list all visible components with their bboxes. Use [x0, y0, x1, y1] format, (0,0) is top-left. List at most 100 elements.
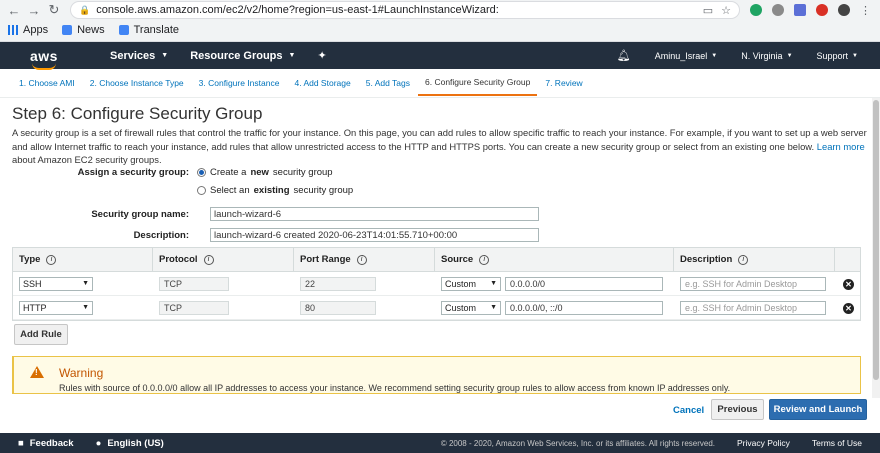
info-icon[interactable]: i: [738, 254, 749, 265]
col-source: Source i: [435, 248, 674, 271]
aws-logo[interactable]: aws: [10, 48, 80, 70]
add-rule-button[interactable]: Add Rule: [14, 324, 68, 345]
rule-description-input[interactable]: e.g. SSH for Admin Desktop: [680, 276, 826, 291]
forward-arrow-icon[interactable]: →: [26, 2, 42, 18]
security-group-name-input[interactable]: launch-wizard-6: [210, 207, 539, 221]
rule-source-select[interactable]: Custom ▼: [441, 276, 501, 291]
info-icon[interactable]: i: [203, 254, 214, 265]
cancel-button[interactable]: Cancel: [673, 405, 704, 416]
select-existing-row: Select an existing security group: [0, 185, 353, 196]
chevron-down-icon: ▼: [711, 52, 718, 59]
radio-select-existing[interactable]: Select an existing security group: [197, 185, 353, 196]
page-scrollbar[interactable]: [872, 98, 880, 398]
col-description: Description i: [674, 248, 835, 271]
radio-create-new[interactable]: Create a new security group: [197, 167, 333, 178]
main-content: Step 6: Configure Security Group A secur…: [0, 104, 880, 167]
scrollbar-thumb[interactable]: [873, 100, 879, 380]
security-group-description-input[interactable]: launch-wizard-6 created 2020-06-23T14:01…: [210, 228, 539, 242]
assign-label: Assign a security group:: [77, 167, 189, 178]
bookmark-star-icon[interactable]: ☆: [721, 4, 731, 17]
extension-opera-icon[interactable]: [816, 4, 828, 16]
nav-right: 🔔︎ Aminu_Israel ▼ N. Virginia ▼ Support …: [617, 49, 870, 62]
rule-description-input[interactable]: e.g. SSH for Admin Desktop: [680, 300, 826, 315]
terms-of-use-link[interactable]: Terms of Use: [812, 438, 862, 448]
rule-type-select[interactable]: HTTP ▼: [19, 300, 93, 315]
bookmark-apps[interactable]: Apps: [8, 24, 48, 36]
account-menu[interactable]: Aminu_Israel ▼: [655, 51, 717, 61]
extensions-bar: ⋮: [750, 4, 871, 17]
tab-add-storage[interactable]: 4. Add Storage: [287, 71, 357, 95]
bookmark-news[interactable]: News: [62, 24, 105, 36]
previous-button[interactable]: Previous: [711, 399, 764, 420]
col-port-range: Port Range i: [294, 248, 435, 271]
url-text: console.aws.amazon.com/ec2/v2/home?regio…: [96, 4, 499, 16]
tab-review[interactable]: 7. Review: [538, 71, 589, 95]
radio-unselected-icon: [197, 186, 206, 195]
remove-rule-icon[interactable]: ✕: [843, 279, 854, 290]
learn-more-link[interactable]: Learn more: [817, 141, 865, 152]
region-menu[interactable]: N. Virginia ▼: [741, 51, 792, 61]
rules-table-header: Type i Protocol i Port Range i Source i Desc…: [13, 248, 860, 272]
tab-add-tags[interactable]: 5. Add Tags: [359, 71, 417, 95]
rule-protocol-field: TCP: [159, 300, 229, 315]
services-menu[interactable]: Services ▼: [110, 50, 168, 62]
chevron-down-icon: ▼: [82, 280, 89, 287]
translate-icon: [118, 25, 129, 35]
chevron-down-icon: ▼: [82, 304, 89, 311]
chevron-down-icon: ▼: [490, 280, 497, 287]
table-row: HTTP ▼ TCP 80 Custom ▼ 0.0.0.0/0, ::/0 e.g…: [13, 296, 860, 320]
description-label: Description:: [133, 229, 189, 241]
table-row: SSH ▼ TCP 22 Custom ▼ 0.0.0.0/0 e.g. SSH f…: [13, 272, 860, 296]
feedback-link[interactable]: ■ Feedback: [18, 438, 74, 449]
support-menu[interactable]: Support ▼: [817, 51, 858, 61]
browser-chrome: ← → ↻ 🔒 console.aws.amazon.com/ec2/v2/ho…: [0, 0, 880, 42]
copyright-text: © 2008 - 2020, Amazon Web Services, Inc.…: [440, 438, 716, 448]
page-intro: A security group is a set of firewall ru…: [12, 127, 867, 165]
rule-port-field: 80: [300, 300, 376, 315]
bookmark-translate[interactable]: Translate: [118, 24, 179, 36]
info-icon[interactable]: i: [356, 254, 367, 265]
aws-top-nav: aws Services ▼ Resource Groups ▼ ✦ 🔔︎ Am…: [0, 42, 880, 70]
address-bar[interactable]: 🔒 console.aws.amazon.com/ec2/v2/home?reg…: [70, 1, 740, 19]
remove-rule-icon[interactable]: ✕: [843, 303, 854, 314]
language-selector[interactable]: ● English (US): [96, 438, 164, 449]
apps-grid-icon: [8, 25, 18, 35]
rule-type-select[interactable]: SSH ▼: [19, 276, 93, 291]
info-icon[interactable]: i: [479, 254, 490, 265]
resource-groups-menu[interactable]: Resource Groups ▼: [190, 50, 295, 62]
extension-icon[interactable]: [772, 4, 784, 16]
back-arrow-icon[interactable]: ←: [6, 2, 22, 18]
tab-choose-instance-type[interactable]: 2. Choose Instance Type: [83, 71, 191, 95]
wizard-tabs: 1. Choose AMI 2. Choose Instance Type 3.…: [0, 69, 880, 98]
warning-banner: ! Warning Rules with source of 0.0.0.0/0…: [12, 356, 861, 394]
privacy-policy-link[interactable]: Privacy Policy: [737, 438, 790, 448]
rule-source-select[interactable]: Custom ▼: [441, 300, 501, 315]
reload-icon[interactable]: ↻: [46, 2, 62, 18]
chevron-down-icon: ▼: [161, 52, 169, 59]
extension-grammarly-icon[interactable]: [750, 4, 762, 16]
review-and-launch-button[interactable]: Review and Launch: [769, 399, 867, 420]
tab-configure-security-group[interactable]: 6. Configure Security Group: [418, 70, 538, 96]
chevron-down-icon: ▼: [852, 52, 858, 59]
cast-icon[interactable]: ▭: [703, 4, 713, 17]
warning-text: Rules with source of 0.0.0.0/0 allow all…: [59, 383, 731, 393]
col-type: Type i: [13, 248, 153, 271]
pin-icon[interactable]: ✦: [317, 49, 326, 62]
rule-source-input[interactable]: 0.0.0.0/0, ::/0: [505, 300, 663, 315]
browser-menu-icon[interactable]: ⋮: [860, 4, 871, 17]
news-icon: [62, 25, 73, 35]
warning-title: Warning: [59, 366, 104, 380]
chevron-down-icon: ▼: [786, 52, 793, 59]
info-icon[interactable]: i: [46, 254, 57, 265]
tab-configure-instance[interactable]: 3. Configure Instance: [192, 71, 287, 95]
tab-choose-ami[interactable]: 1. Choose AMI: [12, 71, 82, 95]
extension-translate-icon[interactable]: [794, 4, 806, 16]
console-footer: ■ Feedback ● English (US) © 2008 - 2020,…: [0, 433, 880, 453]
profile-avatar[interactable]: [838, 4, 850, 16]
bookmarks-bar: Apps News Translate: [0, 20, 880, 40]
address-row: ← → ↻ 🔒 console.aws.amazon.com/ec2/v2/ho…: [0, 0, 880, 20]
rule-source-input[interactable]: 0.0.0.0/0: [505, 276, 663, 291]
omnibox-actions: ▭ ☆: [703, 4, 731, 17]
bell-icon[interactable]: 🔔︎: [617, 49, 631, 62]
lock-icon: 🔒: [79, 4, 91, 15]
